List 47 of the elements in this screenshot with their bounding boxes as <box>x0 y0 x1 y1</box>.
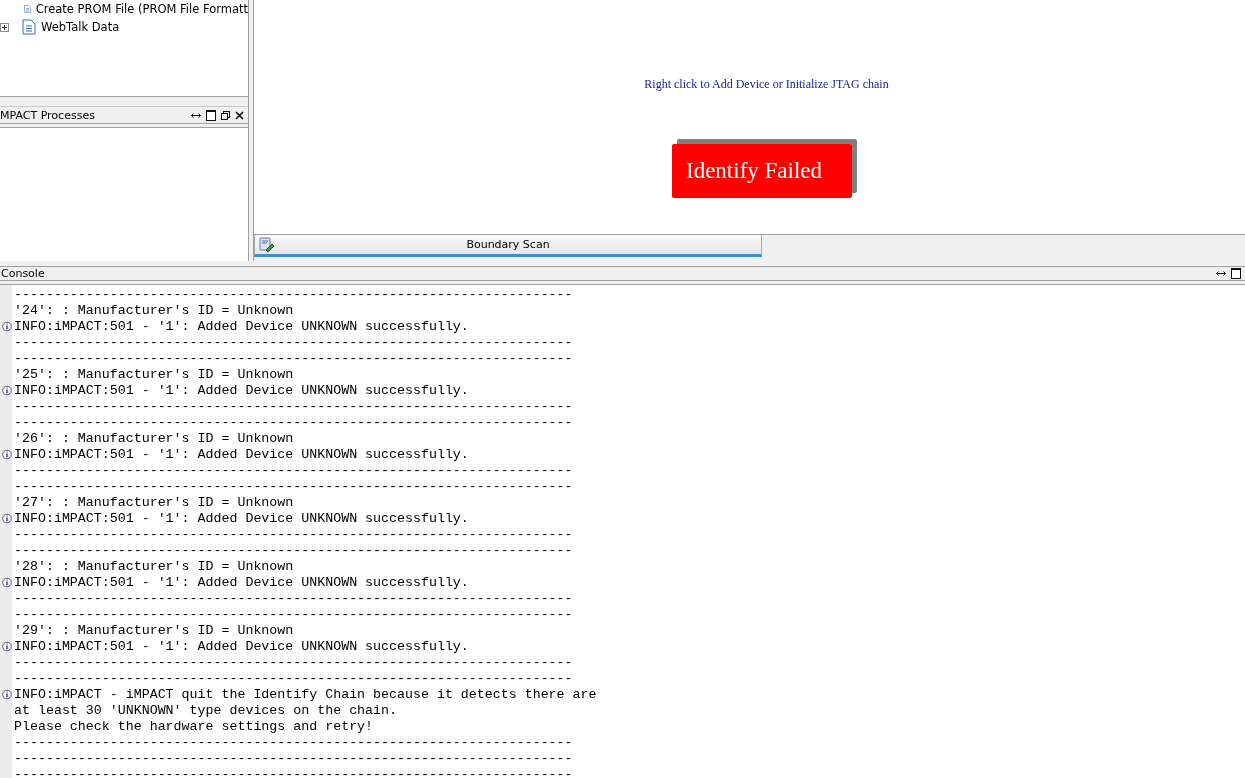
console-line: '25': : Manufacturer's ID = Unknown <box>14 366 294 382</box>
console-line: '28': : Manufacturer's ID = Unknown <box>14 558 294 574</box>
document-icon <box>22 19 36 35</box>
console-line: ---------------------------------------------------------------------- <box>14 526 573 542</box>
panel-title: MPACT Processes <box>0 108 95 122</box>
tree-item[interactable]: WebTalk Data <box>41 20 120 34</box>
resize-icon[interactable] <box>1216 270 1226 277</box>
console-line: INFO:iMPACT - iMPACT quit the Identify Chain because it detects there are <box>14 686 597 702</box>
tree-item[interactable]: Create PROM File (PROM File Formatt <box>35 2 248 16</box>
console-line: INFO:iMPACT:501 - '1': Added Device UNKNOWN successfully. <box>14 318 469 334</box>
console-line: INFO:iMPACT:501 - '1': Added Device UNKNOWN successfully. <box>14 446 469 462</box>
console-line: ---------------------------------------------------------------------- <box>14 606 573 622</box>
console-line: ---------------------------------------------------------------------- <box>14 654 573 670</box>
maximize-icon[interactable] <box>1231 268 1241 279</box>
console-line: INFO:iMPACT:501 - '1': Added Device UNKNOWN successfully. <box>14 382 469 398</box>
console-line: Please check the hardware settings and retry! <box>14 718 374 734</box>
scan-icon <box>259 236 275 253</box>
console-line: ---------------------------------------------------------------------- <box>14 766 573 778</box>
console-line: INFO:iMPACT:501 - '1': Added Device UNKNOWN successfully. <box>14 638 469 654</box>
console-line: ---------------------------------------------------------------------- <box>14 478 573 494</box>
maximize-icon[interactable] <box>206 109 216 121</box>
console-line: ---------------------------------------------------------------------- <box>14 462 573 478</box>
console-line: '24': : Manufacturer's ID = Unknown <box>14 302 294 318</box>
console-line: INFO:iMPACT:501 - '1': Added Device UNKNOWN successfully. <box>14 510 469 526</box>
console-line: ---------------------------------------------------------------------- <box>14 542 573 558</box>
resize-icon[interactable] <box>191 111 201 119</box>
console-line: '29': : Manufacturer's ID = Unknown <box>14 622 294 638</box>
console-line: '27': : Manufacturer's ID = Unknown <box>14 494 294 510</box>
tab[interactable]: Boundary Scan <box>254 235 762 257</box>
console-line: ---------------------------------------------------------------------- <box>14 590 573 606</box>
console-line: ---------------------------------------------------------------------- <box>14 398 573 414</box>
console-line: ---------------------------------------------------------------------- <box>14 334 573 350</box>
expand-icon[interactable] <box>0 22 9 32</box>
console-line: ---------------------------------------------------------------------- <box>14 750 573 766</box>
console-line: ---------------------------------------------------------------------- <box>14 350 573 366</box>
console-title: Console <box>1 267 45 280</box>
status-banner: Identify Failed <box>672 144 852 198</box>
console-line: INFO:iMPACT:501 - '1': Added Device UNKNOWN successfully. <box>14 574 469 590</box>
console-line: '26': : Manufacturer's ID = Unknown <box>14 430 294 446</box>
console-line: ---------------------------------------------------------------------- <box>14 286 573 302</box>
close-icon[interactable] <box>235 110 244 120</box>
console-line: at least 30 'UNKNOWN' type devices on the chain. <box>14 702 397 718</box>
console-line: ---------------------------------------------------------------------- <box>14 414 573 430</box>
restore-icon[interactable] <box>221 110 230 120</box>
console-line: ---------------------------------------------------------------------- <box>14 734 573 750</box>
console-line: ---------------------------------------------------------------------- <box>14 670 573 686</box>
canvas-hint: Right click to Add Device or Initialize JTAG chain <box>643 77 889 92</box>
